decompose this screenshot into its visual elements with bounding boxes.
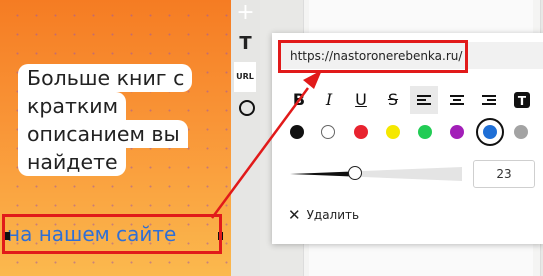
annotation-arrow bbox=[210, 70, 322, 219]
